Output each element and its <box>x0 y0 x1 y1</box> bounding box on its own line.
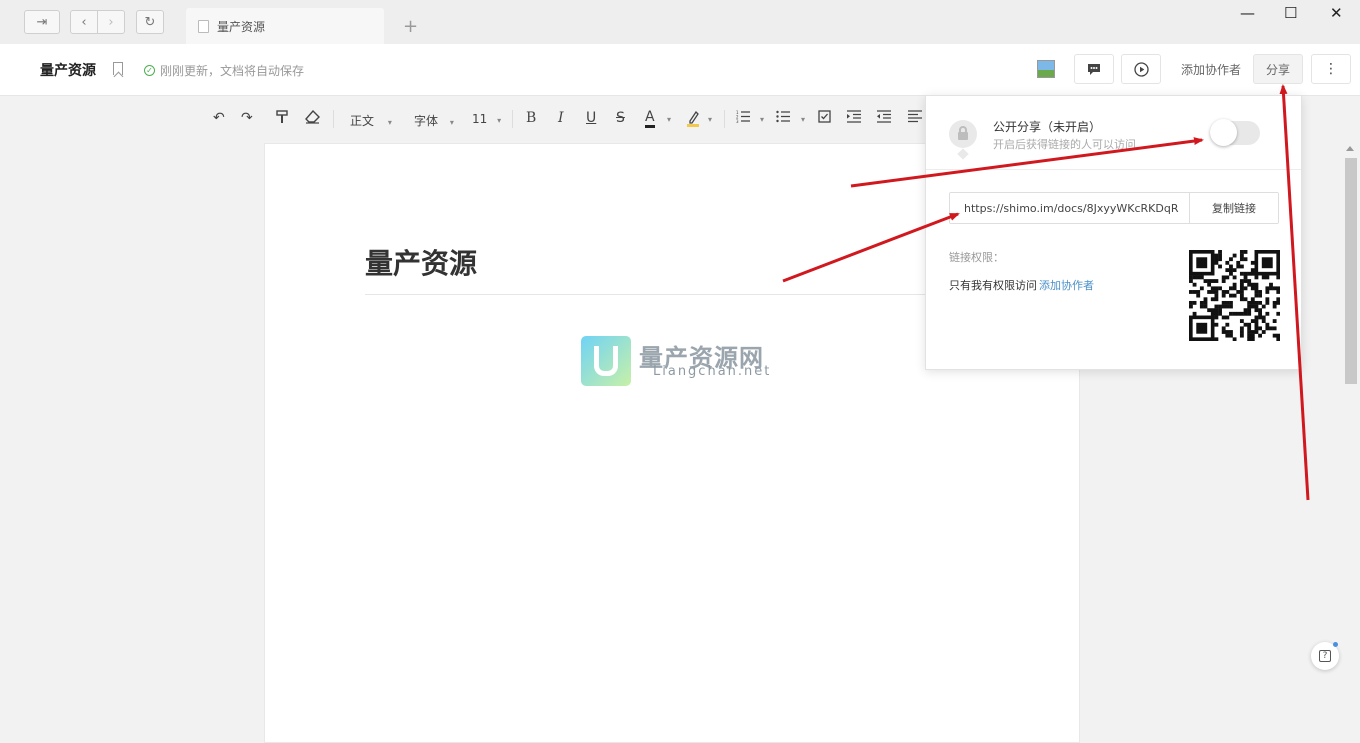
toolbar-divider <box>512 110 513 128</box>
bullet-list-icon[interactable] <box>776 110 790 127</box>
public-share-toggle[interactable] <box>1210 119 1260 146</box>
add-collaborator-button[interactable]: 添加协作者 <box>1171 54 1251 84</box>
indent-increase-icon[interactable] <box>847 110 861 127</box>
highlight-button[interactable] <box>686 110 700 132</box>
document-title[interactable]: 量产资源 <box>40 60 96 80</box>
font-color-button[interactable]: A <box>645 110 655 128</box>
refresh-button[interactable]: ↻ <box>136 10 164 34</box>
font-family-label: 字体 <box>414 114 439 128</box>
link-permission-label: 链接权限： <box>949 251 1004 264</box>
undo-icon[interactable]: ↶ <box>213 110 225 126</box>
toggle-knob <box>1210 119 1237 146</box>
chevron-left-icon: ‹ <box>81 14 87 30</box>
highlight-icon <box>687 110 699 127</box>
help-button[interactable]: ? <box>1311 642 1339 670</box>
sidebar-toggle-icon: ⇥ <box>36 14 48 30</box>
italic-button[interactable]: I <box>558 110 564 126</box>
paragraph-style-select[interactable]: 正文 ▾ <box>350 112 392 129</box>
bookmark-icon[interactable] <box>113 62 123 75</box>
heading-divider <box>365 294 935 295</box>
image-icon[interactable] <box>1037 60 1055 78</box>
ordered-list-icon[interactable]: 123 <box>736 110 750 127</box>
new-tab-button[interactable]: + <box>403 16 418 37</box>
link-permission: 只有我有权限访问 添加协作者 <box>949 277 1094 293</box>
play-circle-icon <box>1133 61 1149 77</box>
document-heading[interactable]: 量产资源 <box>365 242 477 282</box>
forward-button[interactable]: › <box>97 10 125 34</box>
checklist-icon[interactable] <box>818 110 831 127</box>
logo-mark-icon <box>581 336 631 386</box>
bold-button[interactable]: B <box>526 110 536 126</box>
public-share-title: 公开分享（未开启） <box>993 120 1102 134</box>
tab-document[interactable]: 量产资源 <box>186 8 384 44</box>
paragraph-style-label: 正文 <box>350 114 375 128</box>
public-share-subtitle: 开启后获得链接的人可以访问 <box>993 138 1136 151</box>
scrollbar-thumb[interactable] <box>1345 158 1357 384</box>
save-status-text: 刚刚更新，文档将自动保存 <box>160 64 305 78</box>
logo-text-en: Liangchan.net <box>653 364 772 379</box>
qr-code[interactable] <box>1189 250 1280 341</box>
back-button[interactable]: ‹ <box>70 10 98 34</box>
link-permission-text: 只有我有权限访问 <box>949 279 1037 292</box>
notification-dot <box>1333 642 1338 647</box>
font-family-select[interactable]: 字体 ▾ <box>414 112 454 129</box>
close-button[interactable]: ✕ <box>1330 4 1343 22</box>
sidebar-toggle-button[interactable]: ⇥ <box>24 10 60 34</box>
watermark-logo: 量产资源网 Liangchan.net <box>581 334 801 390</box>
caret-down-icon[interactable]: ▾ <box>667 115 671 124</box>
tab-label: 量产资源 <box>217 19 266 34</box>
share-panel: 公开分享（未开启） 开启后获得链接的人可以访问 复制链接 链接权限： 只有我有权… <box>925 95 1302 370</box>
save-status: ✓ 刚刚更新，文档将自动保存 <box>144 62 304 79</box>
clear-format-icon[interactable] <box>305 109 320 128</box>
format-painter-icon[interactable] <box>275 110 289 128</box>
strikethrough-button[interactable]: S <box>616 110 625 126</box>
redo-icon[interactable]: ↷ <box>241 110 253 126</box>
maximize-button[interactable]: ☐ <box>1284 4 1297 22</box>
document-icon <box>198 19 209 33</box>
indent-decrease-icon[interactable] <box>877 110 891 127</box>
minimize-button[interactable]: — <box>1240 4 1255 22</box>
lock-icon <box>949 120 977 160</box>
permission-add-collaborator-link[interactable]: 添加协作者 <box>1039 279 1094 292</box>
toolbar-divider <box>333 110 334 128</box>
caret-down-icon[interactable]: ▾ <box>708 115 712 124</box>
share-link-box: 复制链接 <box>949 192 1279 224</box>
share-link-input[interactable] <box>950 193 1190 223</box>
scroll-up-arrow-icon[interactable] <box>1346 146 1354 151</box>
caret-down-icon[interactable]: ▾ <box>801 115 805 124</box>
document-header: 量产资源 ✓ 刚刚更新，文档将自动保存 添加协作者 分享 ⋮ <box>0 44 1360 96</box>
comment-icon <box>1088 63 1100 75</box>
svg-text:3: 3 <box>736 119 739 123</box>
title-bar: ⇥ ‹ › ↻ 量产资源 + — ☐ ✕ <box>0 0 1360 44</box>
comment-button[interactable] <box>1074 54 1114 84</box>
panel-divider <box>926 169 1301 170</box>
check-circle-icon: ✓ <box>144 65 155 76</box>
underline-button[interactable]: U <box>586 110 596 126</box>
toolbar-divider <box>724 110 725 128</box>
chevron-right-icon: › <box>108 14 114 30</box>
caret-down-icon[interactable]: ▾ <box>760 115 764 124</box>
font-size-label: 11 <box>472 112 488 126</box>
copy-link-button[interactable]: 复制链接 <box>1190 193 1278 223</box>
caret-down-icon: ▾ <box>497 116 502 125</box>
help-icon: ? <box>1319 650 1331 662</box>
refresh-icon: ↻ <box>144 14 156 30</box>
caret-down-icon: ▾ <box>387 118 392 127</box>
more-button[interactable]: ⋮ <box>1311 54 1351 84</box>
font-size-select[interactable]: 11 ▾ <box>472 112 501 126</box>
share-button[interactable]: 分享 <box>1253 54 1303 84</box>
present-button[interactable] <box>1121 54 1161 84</box>
align-icon[interactable] <box>908 110 922 127</box>
caret-down-icon: ▾ <box>449 118 454 127</box>
